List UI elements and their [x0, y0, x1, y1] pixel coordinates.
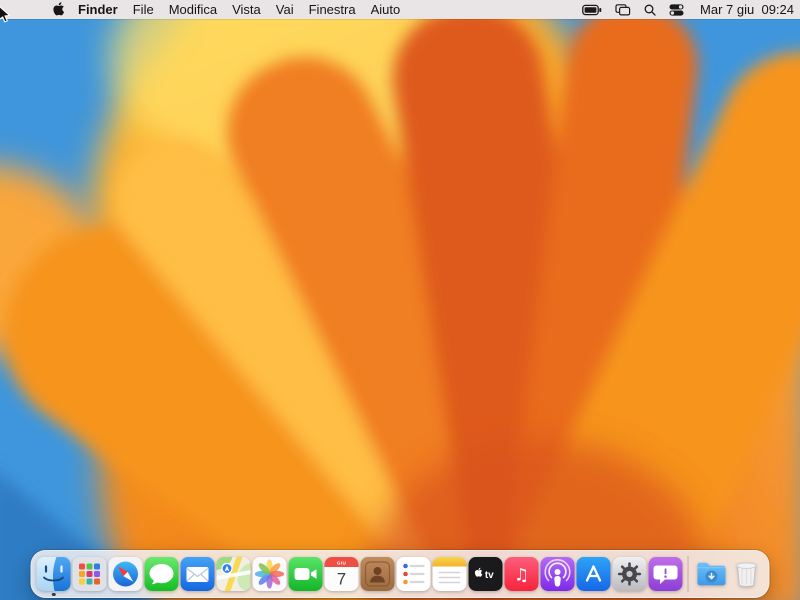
dock-item-launchpad[interactable] — [72, 557, 107, 591]
dock-item-appstore[interactable] — [576, 557, 611, 591]
feedback-icon — [648, 557, 683, 591]
menu-bar-status: Mar 7 giu 09:24 — [582, 2, 794, 17]
desktop-wallpaper — [0, 19, 800, 600]
appletv-icon: tv — [468, 557, 503, 591]
apple-menu[interactable] — [52, 2, 64, 17]
dock-item-safari[interactable] — [108, 557, 143, 591]
dock-item-facetime[interactable] — [288, 557, 323, 591]
screen-mirroring-icon[interactable] — [615, 3, 631, 16]
menu-modifica[interactable]: Modifica — [169, 2, 217, 17]
photos-icon — [252, 557, 287, 591]
notes-icon — [432, 557, 467, 591]
macos-desktop: Finder File Modifica Vista Vai Finestra Aiuto — [0, 0, 800, 600]
battery-icon[interactable] — [582, 4, 602, 16]
dock-item-contacts[interactable] — [360, 557, 395, 591]
apple-icon — [53, 2, 64, 16]
dock-item-feedback[interactable] — [648, 557, 683, 591]
svg-text:♫: ♫ — [514, 566, 529, 586]
downloads-folder-icon — [697, 562, 726, 586]
menu-bar-clock[interactable]: Mar 7 giu 09:24 — [700, 2, 794, 17]
menu-items: File Modifica Vista Vai Finestra Aiuto — [133, 2, 400, 17]
svg-text:7: 7 — [337, 571, 346, 589]
maps-icon — [216, 557, 251, 591]
dock-separator — [687, 556, 689, 592]
trash-icon — [736, 562, 757, 587]
dock-item-notes[interactable] — [432, 557, 467, 591]
podcasts-icon — [540, 557, 575, 591]
dock-item-appletv[interactable]: tv — [468, 557, 503, 591]
svg-text:GIU: GIU — [337, 561, 347, 566]
dock-item-calendar[interactable]: GIU 7 — [324, 557, 359, 591]
dock-item-mail[interactable] — [180, 557, 215, 591]
dock-item-trash[interactable] — [730, 557, 764, 591]
dock-item-settings[interactable] — [612, 557, 647, 591]
menu-vai[interactable]: Vai — [276, 2, 294, 17]
menu-finestra[interactable]: Finestra — [309, 2, 356, 17]
dock-item-downloads-folder[interactable] — [694, 557, 728, 591]
calendar-icon: GIU 7 — [324, 557, 359, 591]
dock-item-podcasts[interactable] — [540, 557, 575, 591]
menu-bar: Finder File Modifica Vista Vai Finestra Aiuto — [0, 0, 800, 19]
mail-icon — [180, 557, 215, 591]
settings-icon — [612, 557, 647, 591]
finder-icon — [36, 557, 71, 591]
contacts-icon — [360, 557, 395, 591]
svg-text:tv: tv — [485, 570, 494, 581]
reminders-icon — [396, 557, 431, 591]
menu-file[interactable]: File — [133, 2, 154, 17]
dock-item-reminders[interactable] — [396, 557, 431, 591]
music-icon: ♫ — [504, 557, 539, 591]
dock-item-photos[interactable] — [252, 557, 287, 591]
menu-aiuto[interactable]: Aiuto — [371, 2, 401, 17]
running-indicator — [51, 592, 56, 596]
menu-vista[interactable]: Vista — [232, 2, 261, 17]
dock-item-maps[interactable] — [216, 557, 251, 591]
control-center-icon[interactable] — [669, 3, 684, 16]
safari-icon — [108, 557, 143, 591]
active-app-name[interactable]: Finder — [78, 2, 118, 17]
dock-item-music[interactable]: ♫ — [504, 557, 539, 591]
dock-item-messages[interactable] — [144, 557, 179, 591]
search-icon[interactable] — [644, 4, 656, 16]
launchpad-icon — [72, 557, 107, 591]
dock-item-finder[interactable] — [36, 557, 71, 596]
facetime-icon — [288, 557, 323, 591]
appstore-icon — [576, 557, 611, 591]
messages-icon — [144, 557, 179, 591]
dock: GIU 7 tv ♫ — [29, 549, 771, 599]
mouse-cursor — [0, 6, 11, 23]
